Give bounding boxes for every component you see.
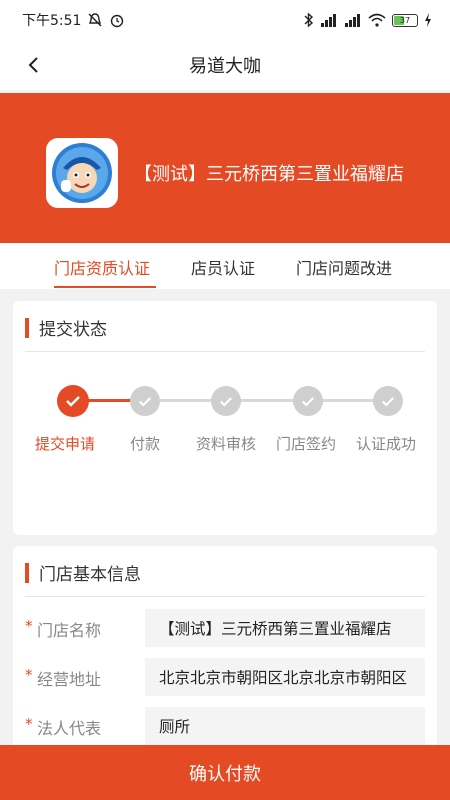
tab-bar: 门店资质认证 店员认证 门店问题改进 bbox=[0, 243, 450, 289]
signal-icon-2 bbox=[345, 14, 360, 27]
back-button[interactable] bbox=[20, 52, 46, 78]
mascot-icon bbox=[52, 143, 112, 203]
tab-active-indicator bbox=[54, 286, 156, 288]
step-label: 付款 bbox=[129, 435, 161, 453]
field-label: 经营地址 bbox=[37, 670, 102, 689]
confirm-payment-button[interactable]: 确认付款 bbox=[0, 745, 450, 800]
step-label: 认证成功 bbox=[355, 435, 417, 453]
required-mark: * bbox=[25, 666, 33, 684]
section-accent-bar bbox=[25, 317, 29, 338]
field-label: 门店名称 bbox=[37, 621, 102, 640]
nav-bar: 易道大咖 bbox=[0, 40, 450, 90]
progress-steps: 提交申请 付款 资料审核 门店签约 认证成功 bbox=[13, 385, 437, 465]
form-row-store-name: * 门店名称 【测试】三元桥西第三置业福耀店 bbox=[13, 609, 437, 647]
signal-icon bbox=[321, 14, 336, 27]
section-accent-bar bbox=[25, 562, 29, 583]
store-name-field[interactable]: 【测试】三元桥西第三置业福耀店 bbox=[145, 609, 425, 647]
step-4-check-icon bbox=[293, 386, 323, 416]
tab-staff-certification[interactable]: 店员认证 bbox=[191, 255, 255, 279]
page-title: 易道大咖 bbox=[189, 56, 261, 77]
step-label: 提交申请 bbox=[34, 435, 96, 453]
mute-icon bbox=[88, 13, 102, 27]
form-row-address: * 经营地址 北京北京市朝阳区北京北京市朝阳区 bbox=[13, 658, 437, 696]
step-label: 门店签约 bbox=[275, 435, 337, 453]
section-title: 门店基本信息 bbox=[39, 565, 141, 585]
store-banner: 【测试】三元桥西第三置业福耀店 bbox=[0, 93, 450, 243]
step-3-check-icon bbox=[211, 386, 241, 416]
store-name: 【测试】三元桥西第三置业福耀店 bbox=[134, 164, 404, 185]
step-connector bbox=[153, 399, 393, 402]
step-label: 资料审核 bbox=[195, 435, 257, 453]
section-title: 提交状态 bbox=[39, 320, 107, 340]
battery-icon: 37 bbox=[392, 13, 418, 27]
step-2-check-icon bbox=[130, 386, 160, 416]
field-label: 法人代表 bbox=[37, 719, 102, 738]
divider bbox=[25, 351, 425, 352]
address-field[interactable]: 北京北京市朝阳区北京北京市朝阳区 bbox=[145, 658, 425, 696]
status-bar: 下午5:51 37 bbox=[0, 0, 450, 40]
battery-level: 37 bbox=[399, 15, 411, 25]
wifi-icon bbox=[368, 13, 386, 27]
tab-store-qualification[interactable]: 门店资质认证 bbox=[54, 255, 150, 279]
step-1-check-icon bbox=[57, 385, 89, 417]
section-header: 提交状态 bbox=[25, 315, 107, 340]
required-mark: * bbox=[25, 617, 33, 635]
step-5-check-icon bbox=[373, 386, 403, 416]
bluetooth-icon bbox=[304, 12, 314, 28]
store-logo bbox=[46, 138, 118, 208]
divider bbox=[25, 596, 425, 597]
status-time: 下午5:51 bbox=[22, 13, 82, 29]
submit-status-card: 提交状态 提交申请 付款 资料审核 门店签约 认证成功 bbox=[13, 301, 437, 535]
status-right: 37 bbox=[304, 12, 432, 28]
alarm-icon bbox=[111, 14, 124, 28]
required-mark: * bbox=[25, 715, 33, 733]
chevron-left-icon bbox=[28, 57, 38, 73]
charging-icon bbox=[425, 13, 431, 27]
legal-rep-field[interactable]: 厕所 bbox=[145, 707, 425, 745]
section-header: 门店基本信息 bbox=[25, 560, 141, 585]
status-left: 下午5:51 bbox=[22, 10, 125, 30]
form-row-legal-rep: * 法人代表 厕所 bbox=[13, 707, 437, 745]
basic-info-card: 门店基本信息 * 门店名称 【测试】三元桥西第三置业福耀店 * 经营地址 北京北… bbox=[13, 546, 437, 766]
tab-store-improvement[interactable]: 门店问题改进 bbox=[296, 255, 392, 279]
